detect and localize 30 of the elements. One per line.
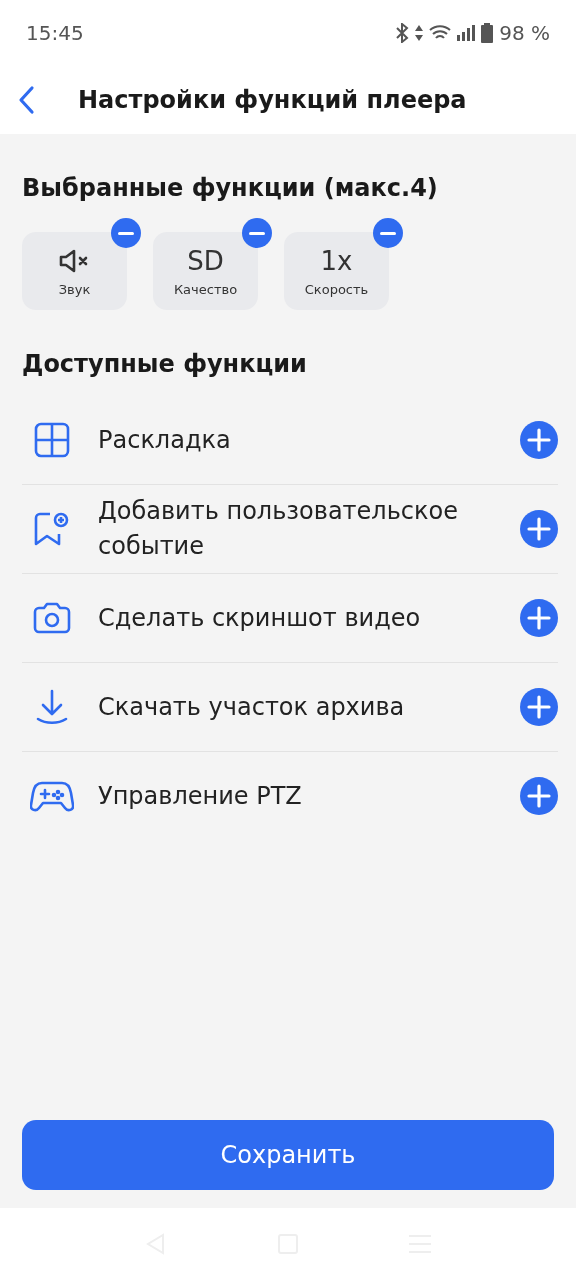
- add-button[interactable]: [520, 688, 558, 726]
- grid-icon: [34, 422, 70, 458]
- remove-button[interactable]: [111, 218, 141, 248]
- feature-chip[interactable]: SD Качество: [153, 232, 258, 310]
- gamepad-icon: [30, 779, 74, 813]
- battery-level: 98 %: [499, 21, 550, 45]
- feature-chip[interactable]: Звук: [22, 232, 127, 310]
- page-title: Настройки функций плеера: [78, 86, 467, 114]
- save-button[interactable]: Сохранить: [22, 1120, 554, 1190]
- feature-label: Сделать скриншот видео: [98, 602, 422, 634]
- signal-icon: [457, 25, 476, 41]
- feature-label: Раскладка: [98, 424, 232, 456]
- add-button[interactable]: [520, 510, 558, 548]
- feature-chip[interactable]: 1x Скорость: [284, 232, 389, 310]
- remove-button[interactable]: [373, 218, 403, 248]
- feature-label: Скачать участок архива: [98, 691, 406, 723]
- download-icon: [35, 689, 69, 725]
- data-arrows-icon: [415, 25, 424, 41]
- clock: 15:45: [26, 21, 84, 45]
- feature-label: Управление PTZ: [98, 780, 303, 812]
- add-button[interactable]: [520, 599, 558, 637]
- add-button[interactable]: [520, 421, 558, 459]
- camera-icon: [32, 601, 72, 635]
- section-title: Выбранные функции (макс.4): [22, 174, 439, 202]
- add-button[interactable]: [520, 777, 558, 815]
- feature-label: Добавить пользовательское событие: [98, 496, 459, 562]
- battery-icon: [481, 23, 494, 43]
- section-title: Доступные функции: [22, 350, 308, 378]
- remove-button[interactable]: [242, 218, 272, 248]
- bluetooth-icon: [395, 23, 410, 43]
